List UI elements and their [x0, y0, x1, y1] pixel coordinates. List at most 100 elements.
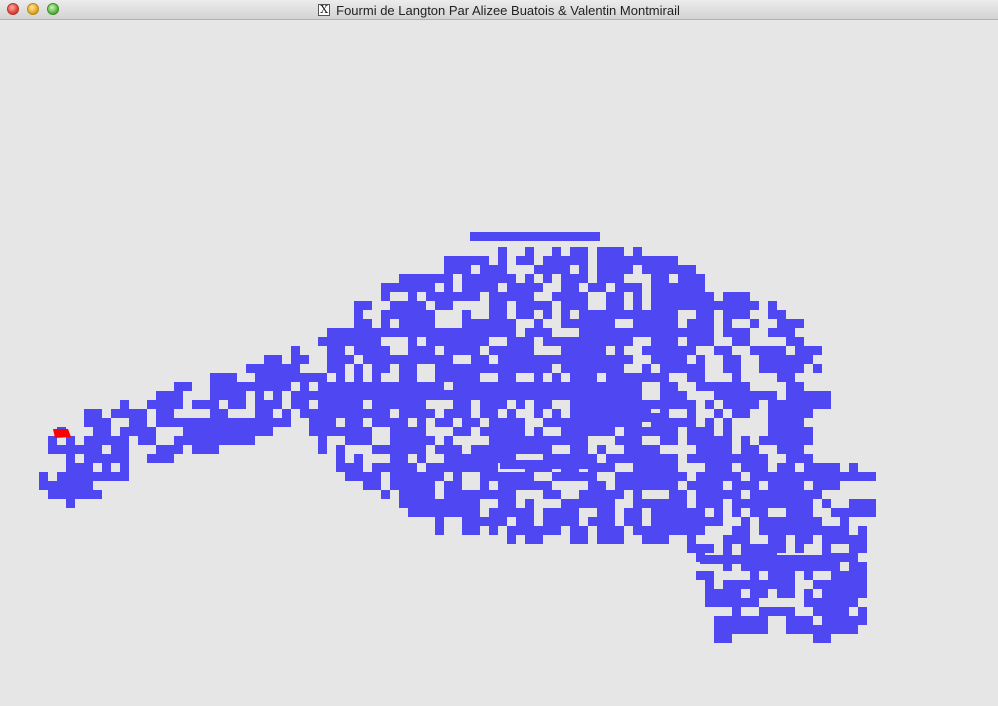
- cell: [174, 418, 192, 427]
- cell: [525, 256, 534, 265]
- cell: [840, 607, 849, 616]
- cell: [471, 328, 480, 337]
- cell: [561, 274, 570, 283]
- cell: [687, 526, 705, 535]
- cell: [741, 391, 750, 400]
- cell: [768, 391, 777, 400]
- cell: [534, 400, 543, 409]
- cell: [651, 427, 660, 436]
- cell: [615, 310, 624, 319]
- cell: [849, 463, 858, 472]
- cell: [435, 445, 453, 454]
- cell: [669, 328, 687, 337]
- cell: [696, 481, 705, 490]
- cell: [408, 328, 417, 337]
- cell: [372, 400, 381, 409]
- cell: [372, 445, 390, 454]
- cell: [372, 373, 381, 391]
- cell: [813, 607, 822, 616]
- cell: [507, 508, 516, 517]
- cell: [723, 625, 732, 634]
- visited-cells: [39, 232, 876, 643]
- cell: [453, 337, 462, 346]
- cell: [669, 526, 687, 535]
- cell: [768, 607, 786, 616]
- cell: [642, 310, 660, 319]
- cell: [795, 391, 804, 400]
- cell: [723, 319, 732, 328]
- cell: [705, 328, 714, 337]
- cell: [633, 499, 642, 508]
- cell: [822, 625, 831, 634]
- cell: [552, 391, 561, 400]
- cell: [831, 571, 840, 580]
- cell: [633, 283, 642, 292]
- cell: [840, 508, 858, 517]
- cell: [525, 517, 534, 526]
- cell: [840, 580, 849, 589]
- cell: [318, 436, 327, 454]
- cell: [453, 400, 462, 409]
- cell: [156, 391, 165, 400]
- ant: [53, 429, 71, 438]
- cell: [498, 247, 507, 256]
- cell: [462, 427, 471, 436]
- cell: [642, 256, 651, 265]
- cell: [597, 382, 615, 391]
- cell: [597, 274, 606, 283]
- cell: [390, 436, 399, 445]
- cell: [651, 265, 660, 274]
- cell: [336, 400, 345, 409]
- cell: [660, 517, 669, 526]
- cell: [552, 472, 561, 481]
- cell: [489, 517, 498, 535]
- simulation-canvas[interactable]: [0, 20, 998, 706]
- cell: [624, 256, 633, 265]
- cell: [417, 346, 426, 355]
- cell: [642, 499, 651, 508]
- cell: [408, 292, 417, 301]
- cell: [669, 499, 678, 508]
- cell: [786, 580, 795, 589]
- cell: [624, 472, 633, 481]
- cell: [633, 400, 642, 409]
- cell: [210, 409, 219, 418]
- title-bar[interactable]: X Fourmi de Langton Par Alizee Buatois &…: [0, 0, 998, 20]
- cell: [741, 400, 750, 409]
- cell: [813, 490, 822, 499]
- cell: [354, 301, 372, 310]
- cell: [57, 490, 66, 499]
- cell: [525, 472, 534, 481]
- cell: [417, 409, 435, 418]
- cell: [471, 490, 480, 499]
- cell: [462, 292, 471, 301]
- cell: [777, 463, 795, 472]
- langton-grid: [39, 232, 876, 643]
- cell: [471, 499, 480, 508]
- cell: [714, 499, 723, 508]
- cell: [120, 436, 129, 454]
- cell: [552, 382, 561, 391]
- cell: [138, 418, 147, 427]
- cell: [228, 373, 237, 382]
- cell: [309, 418, 318, 427]
- cell: [201, 427, 210, 436]
- cell: [651, 283, 660, 292]
- cell: [831, 463, 840, 481]
- cell: [813, 364, 822, 373]
- cell: [498, 328, 507, 337]
- cell: [678, 283, 687, 292]
- cell: [606, 427, 615, 436]
- cell: [570, 409, 579, 418]
- cell: [606, 373, 615, 382]
- cell: [399, 382, 408, 391]
- cell: [768, 481, 777, 490]
- cell: [750, 562, 759, 580]
- cell: [273, 391, 282, 400]
- cell: [651, 256, 660, 265]
- cell: [336, 346, 345, 355]
- cell: [543, 391, 552, 400]
- cell: [579, 472, 597, 481]
- cell: [462, 418, 471, 427]
- cell: [462, 400, 471, 409]
